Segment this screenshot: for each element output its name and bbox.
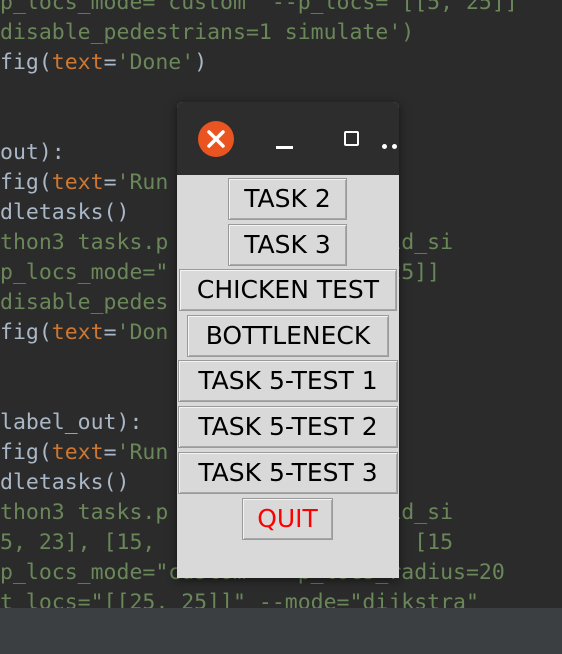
code-token: =: [103, 170, 117, 195]
tk-dialog-window: TASK 2 TASK 3 CHICKEN TEST BOTTLENECK TA…: [177, 102, 399, 578]
code-token: fig(: [0, 320, 52, 345]
editor-status-bar: [0, 608, 562, 654]
code-token: =: [103, 50, 117, 75]
code-token: 'Done': [116, 50, 195, 75]
code-line: p_locs_mode="custom" --p_locs="[[5, 25]]: [0, 0, 518, 18]
code-token: 'Run: [116, 170, 169, 195]
code-line: fig(text='Don: [0, 318, 168, 348]
code-token: p_locs_mode="custom" --p_locs="[[5, 25]]: [0, 0, 518, 15]
code-token: fig(: [0, 170, 52, 195]
code-token: dletasks(): [0, 200, 130, 225]
code-line: fig(text='Done'): [0, 48, 207, 78]
code-token: text: [51, 320, 104, 345]
more-dot-icon: [382, 144, 387, 149]
code-line: t_locs="[[25, 25]]" --mode="dijkstra": [0, 588, 479, 608]
code-token: t_locs="[[25, 25]]" --mode="dijkstra": [0, 590, 479, 608]
task-3-button[interactable]: TASK 3: [228, 224, 347, 266]
code-token: fig(: [0, 50, 52, 75]
code-token: out):: [0, 140, 65, 165]
chicken-test-button[interactable]: CHICKEN TEST: [179, 269, 397, 311]
more-dot-icon: [392, 144, 397, 149]
code-line: label_out):: [0, 408, 142, 438]
maximize-icon[interactable]: [344, 131, 359, 146]
close-icon: [207, 130, 225, 148]
code-token: text: [51, 50, 104, 75]
code-token: text: [51, 440, 104, 465]
code-token: text: [51, 170, 104, 195]
code-token: label_out):: [0, 410, 143, 435]
more-icon[interactable]: [382, 144, 399, 152]
minimize-icon[interactable]: [276, 146, 293, 149]
code-token: 'Don: [116, 320, 169, 345]
task-5-test-2-button[interactable]: TASK 5-TEST 2: [178, 406, 398, 448]
task-2-button[interactable]: TASK 2: [228, 178, 347, 220]
code-line: out):: [0, 138, 65, 168]
code-token: =: [103, 320, 117, 345]
bottleneck-button[interactable]: BOTTLENECK: [187, 315, 389, 357]
code-token: fig(: [0, 440, 52, 465]
window-titlebar[interactable]: [177, 102, 399, 175]
task-5-test-1-button[interactable]: TASK 5-TEST 1: [178, 360, 398, 402]
quit-button[interactable]: QUIT: [242, 498, 333, 540]
task-5-test-3-button[interactable]: TASK 5-TEST 3: [178, 452, 398, 494]
code-token: ): [194, 50, 208, 75]
close-button[interactable]: [198, 121, 234, 157]
code-line: dletasks(): [0, 468, 129, 498]
code-token: disable_pedestrians=1 simulate'): [0, 20, 415, 45]
code-line: fig(text='Run: [0, 168, 168, 198]
code-token: =: [103, 440, 117, 465]
code-line: dletasks(): [0, 198, 129, 228]
code-line: disable_pedestrians=1 simulate'): [0, 18, 414, 48]
code-token: dletasks(): [0, 470, 130, 495]
